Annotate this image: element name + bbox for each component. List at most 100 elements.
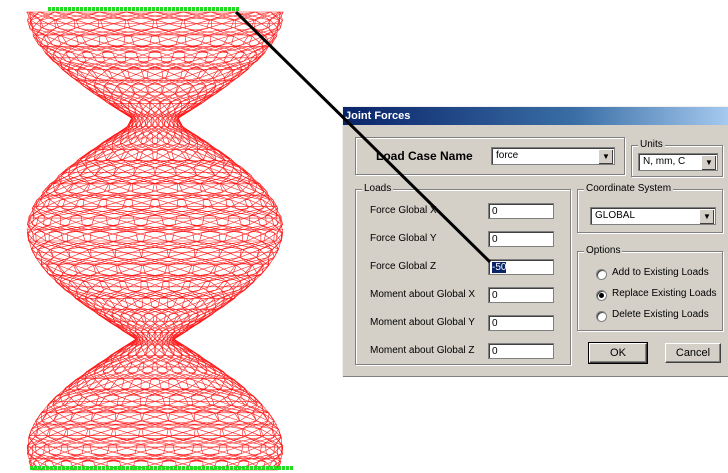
support-marker xyxy=(68,7,71,11)
support-marker xyxy=(206,466,209,470)
support-marker xyxy=(56,7,59,11)
support-marker xyxy=(196,7,199,11)
support-marker xyxy=(134,466,137,470)
support-marker xyxy=(146,466,149,470)
support-marker xyxy=(70,466,73,470)
moment-z-input[interactable]: 0 xyxy=(488,343,554,359)
support-marker xyxy=(110,466,113,470)
support-marker xyxy=(78,466,81,470)
chevron-down-icon[interactable]: ▼ xyxy=(699,209,714,224)
units-dropdown[interactable]: N, mm, C ▼ xyxy=(638,153,718,171)
support-marker xyxy=(188,7,191,11)
support-marker xyxy=(212,7,215,11)
moment-y-input[interactable]: 0 xyxy=(488,315,554,331)
support-marker xyxy=(90,466,93,470)
delete-loads-label[interactable]: Delete Existing Loads xyxy=(612,309,709,320)
support-marker xyxy=(242,466,245,470)
support-marker xyxy=(168,7,171,11)
load-case-group: Load Case Name force ▼ xyxy=(355,137,625,175)
support-marker xyxy=(144,7,147,11)
options-legend: Options xyxy=(584,245,623,256)
support-marker xyxy=(172,7,175,11)
support-marker xyxy=(286,466,289,470)
coordinate-system-group: Coordinate System GLOBAL ▼ xyxy=(577,183,723,233)
support-marker xyxy=(102,466,105,470)
support-marker xyxy=(236,7,239,11)
support-marker xyxy=(120,7,123,11)
support-marker xyxy=(76,7,79,11)
support-marker xyxy=(194,466,197,470)
support-marker xyxy=(258,466,261,470)
support-marker xyxy=(230,466,233,470)
support-marker xyxy=(200,7,203,11)
force-x-input[interactable]: 0 xyxy=(488,203,554,219)
support-marker xyxy=(54,466,57,470)
units-value: N, mm, C xyxy=(643,156,686,167)
support-marker xyxy=(30,466,33,470)
replace-loads-label[interactable]: Replace Existing Loads xyxy=(612,288,717,299)
support-marker xyxy=(190,466,193,470)
support-marker xyxy=(166,466,169,470)
replace-loads-radio[interactable] xyxy=(596,290,607,301)
support-marker xyxy=(98,466,101,470)
moment-y-label: Moment about Global Y xyxy=(370,317,475,328)
support-marker xyxy=(202,466,205,470)
loads-group: Loads Force Global X 0 Force Global Y 0 … xyxy=(355,183,571,365)
cancel-button[interactable]: Cancel xyxy=(665,343,721,363)
force-z-input[interactable]: -50 xyxy=(488,259,554,275)
support-marker xyxy=(92,7,95,11)
support-marker xyxy=(278,466,281,470)
support-marker xyxy=(210,466,213,470)
support-marker xyxy=(72,7,75,11)
add-loads-radio[interactable] xyxy=(596,269,607,280)
support-marker xyxy=(160,7,163,11)
support-marker xyxy=(262,466,265,470)
support-marker xyxy=(216,7,219,11)
chevron-down-icon[interactable]: ▼ xyxy=(598,149,613,164)
moment-x-input[interactable]: 0 xyxy=(488,287,554,303)
support-marker xyxy=(118,466,121,470)
support-marker xyxy=(224,7,227,11)
force-y-input[interactable]: 0 xyxy=(488,231,554,247)
ok-button[interactable]: OK xyxy=(588,342,648,364)
support-marker xyxy=(290,466,293,470)
support-marker xyxy=(232,7,235,11)
support-marker xyxy=(274,466,277,470)
chevron-down-icon[interactable]: ▼ xyxy=(701,155,716,170)
support-marker xyxy=(128,7,131,11)
support-marker xyxy=(220,7,223,11)
support-marker xyxy=(140,7,143,11)
support-marker xyxy=(34,466,37,470)
support-marker xyxy=(62,466,65,470)
support-marker xyxy=(84,7,87,11)
support-marker xyxy=(156,7,159,11)
add-loads-label[interactable]: Add to Existing Loads xyxy=(612,267,709,278)
coordinate-system-legend: Coordinate System xyxy=(584,183,674,194)
force-y-label: Force Global Y xyxy=(370,233,437,244)
support-marker xyxy=(124,7,127,11)
support-marker xyxy=(222,466,225,470)
support-marker xyxy=(226,466,229,470)
support-marker xyxy=(74,466,77,470)
support-marker xyxy=(164,7,167,11)
support-marker xyxy=(46,466,49,470)
loads-legend: Loads xyxy=(362,183,394,194)
support-marker xyxy=(50,466,53,470)
coordinate-system-dropdown[interactable]: GLOBAL ▼ xyxy=(590,207,716,225)
support-marker xyxy=(198,466,201,470)
load-case-dropdown[interactable]: force ▼ xyxy=(491,147,615,165)
support-marker xyxy=(42,466,45,470)
support-marker xyxy=(122,466,125,470)
delete-loads-radio[interactable] xyxy=(596,311,607,322)
support-marker xyxy=(182,466,185,470)
support-marker xyxy=(66,466,69,470)
support-marker xyxy=(100,7,103,11)
support-marker xyxy=(52,7,55,11)
support-marker xyxy=(170,466,173,470)
support-marker xyxy=(186,466,189,470)
support-marker xyxy=(214,466,217,470)
support-marker xyxy=(178,466,181,470)
support-marker xyxy=(154,466,157,470)
support-marker xyxy=(48,7,51,11)
support-marker xyxy=(114,466,117,470)
